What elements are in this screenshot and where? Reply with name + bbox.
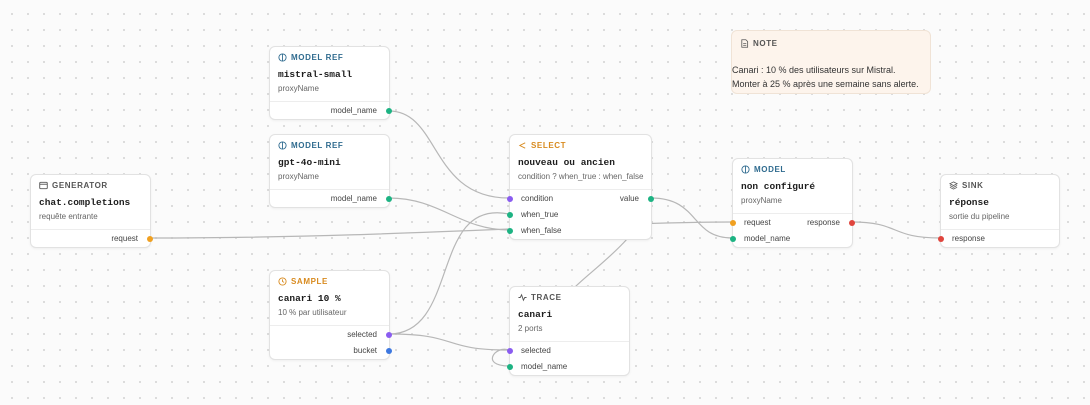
model-divider [733, 213, 852, 214]
model-ref-1-divider [270, 101, 389, 102]
select-port-when-true-label: when_true [521, 210, 559, 219]
model-ref-1-type: MODEL REF [278, 53, 343, 62]
model-port-request[interactable] [730, 220, 736, 226]
select-port-value-label: value [619, 194, 639, 203]
model-ref-1-port-model-name-label: model_name [330, 106, 377, 115]
model-ref-2-port-model-name[interactable] [386, 196, 392, 202]
document-icon [741, 39, 749, 48]
select-port-when-false-label: when_false [521, 226, 562, 235]
trace-port-selected[interactable] [507, 348, 513, 354]
generator-title: chat.completions [39, 197, 131, 208]
note-line-2: Monter à 25 % après une semaine sans ale… [732, 79, 919, 89]
sample-node[interactable]: SAMPLE canari 10 % 10 % par utilisateur … [269, 270, 392, 360]
generator-divider [31, 229, 150, 230]
model-ref-1-subtitle: proxyName [278, 84, 319, 93]
model-type: MODEL [741, 165, 786, 174]
note-type-label: NOTE [753, 39, 778, 48]
model-port-response-label: response [807, 218, 840, 227]
generator-type-label: GENERATOR [52, 181, 108, 190]
sample-port-bucket[interactable] [386, 348, 392, 354]
sample-port-selected-label: selected [347, 330, 377, 339]
edge-sample-to-select-when-true [388, 212, 510, 335]
select-port-condition[interactable] [507, 196, 513, 202]
sink-subtitle: sortie du pipeline [949, 212, 1010, 221]
brain-icon [278, 141, 287, 150]
pulse-icon [518, 293, 527, 302]
trace-subtitle: 2 ports [518, 324, 543, 333]
model-ref-2-title: gpt-4o-mini [278, 157, 341, 168]
generator-type: GENERATOR [39, 181, 108, 190]
note-body: Canari : 10 % des utilisateurs sur Mistr… [732, 63, 919, 91]
trace-title: canari [518, 309, 553, 320]
edge-sample-to-trace-selected [388, 333, 510, 351]
generator-port-request[interactable] [147, 236, 153, 242]
model-ref-1-title: mistral-small [278, 69, 353, 80]
model-ref-2-type-label: MODEL REF [291, 141, 344, 150]
select-divider [510, 189, 651, 190]
trace-port-model-name-label: model_name [521, 362, 568, 371]
sample-title: canari 10 % [278, 293, 341, 304]
note-type: NOTE [740, 39, 778, 48]
note-card[interactable]: NOTE Canari : 10 % des utilisateurs sur … [731, 30, 931, 94]
select-title: nouveau ou ancien [518, 157, 615, 168]
trace-port-selected-label: selected [521, 346, 551, 355]
select-type: SELECT [518, 141, 566, 150]
model-ref-node-1[interactable]: MODEL REF mistral-small proxyName model_… [269, 46, 392, 120]
model-ref-node-2[interactable]: MODEL REF gpt-4o-mini proxyName model_na… [269, 134, 392, 208]
edge-modelref2-to-select-when-false [388, 197, 510, 231]
layers-icon [949, 181, 958, 190]
sample-subtitle: 10 % par utilisateur [278, 308, 347, 317]
select-subtitle: condition ? when_true : when_false [518, 172, 644, 181]
sink-title: réponse [949, 197, 989, 208]
note-line-1: Canari : 10 % des utilisateurs sur Mistr… [732, 65, 896, 75]
brain-icon [278, 53, 287, 62]
trace-port-model-name[interactable] [507, 364, 513, 370]
sink-type: SINK [949, 181, 984, 190]
edge-select-value-to-model-model-name [650, 197, 733, 239]
trace-node[interactable]: TRACE canari 2 ports selected model_name [507, 286, 630, 376]
window-icon [39, 181, 48, 190]
model-title: non configuré [741, 181, 816, 192]
model-port-model-name-label: model_name [744, 234, 791, 243]
sink-divider [941, 229, 1059, 230]
trace-type-label: TRACE [531, 293, 562, 302]
model-ref-2-divider [270, 189, 389, 190]
select-port-condition-label: condition [521, 194, 554, 203]
model-ref-2-subtitle: proxyName [278, 172, 319, 181]
generator-port-request-label: request [111, 234, 138, 243]
sink-port-response-label: response [952, 234, 985, 243]
sample-type: SAMPLE [278, 277, 328, 286]
trace-divider [510, 341, 629, 342]
model-type-label: MODEL [754, 165, 786, 174]
model-ref-2-type: MODEL REF [278, 141, 343, 150]
sink-node[interactable]: SINK réponse sortie du pipeline response [938, 174, 1060, 248]
branch-icon [518, 142, 526, 149]
clock-icon [278, 277, 287, 286]
select-port-value[interactable] [648, 196, 654, 202]
generator-subtitle: requête entrante [39, 212, 98, 221]
model-node[interactable]: MODEL non configuré proxyName request mo… [730, 158, 855, 248]
select-port-when-false[interactable] [507, 228, 513, 234]
edge-model-response-to-sink [851, 221, 941, 239]
sample-port-selected[interactable] [386, 332, 392, 338]
trace-type: TRACE [518, 293, 562, 302]
model-port-response[interactable] [849, 220, 855, 226]
sample-port-bucket-label: bucket [353, 346, 377, 355]
model-port-model-name[interactable] [730, 236, 736, 242]
model-ref-2-port-model-name-label: model_name [330, 194, 377, 203]
model-subtitle: proxyName [741, 196, 782, 205]
sample-type-label: SAMPLE [291, 277, 328, 286]
model-port-request-label: request [744, 218, 771, 227]
generator-node[interactable]: GENERATOR chat.completions requête entra… [30, 174, 153, 248]
sink-port-response[interactable] [938, 236, 944, 242]
model-ref-1-port-model-name[interactable] [386, 108, 392, 114]
edge-modelref1-to-select-condition [388, 110, 510, 199]
sample-divider [270, 325, 389, 326]
sink-type-label: SINK [962, 181, 984, 190]
select-node[interactable]: SELECT nouveau ou ancien condition ? whe… [507, 134, 654, 240]
model-ref-1-type-label: MODEL REF [291, 53, 344, 62]
brain-icon [741, 165, 750, 174]
select-port-when-true[interactable] [507, 212, 513, 218]
select-type-label: SELECT [531, 141, 567, 150]
